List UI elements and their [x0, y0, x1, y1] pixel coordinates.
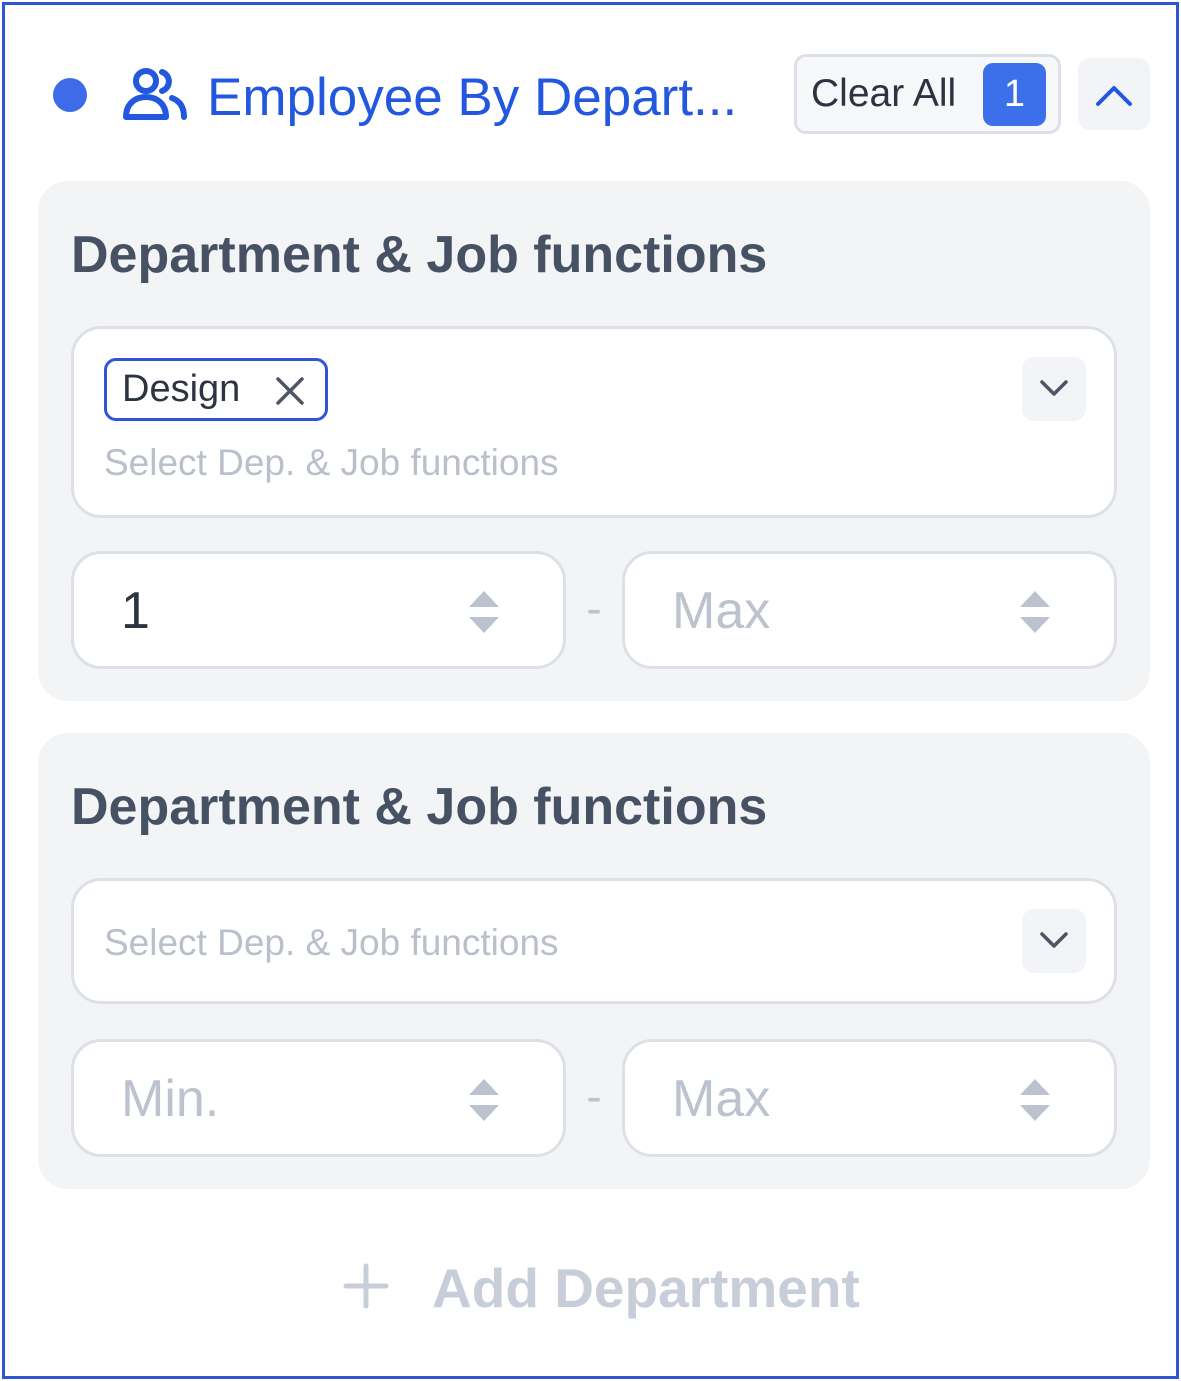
employee-range: 1 - Max	[71, 551, 1117, 669]
dropdown-toggle[interactable]	[1022, 357, 1086, 421]
active-count-badge: 1	[983, 63, 1046, 126]
max-placeholder: Max	[672, 1070, 771, 1128]
chevron-up-icon	[1096, 86, 1132, 106]
card-title: Department & Job functions	[71, 778, 768, 836]
clear-all-button[interactable]: Clear All 1	[794, 54, 1061, 134]
min-employees-input[interactable]: 1	[71, 551, 566, 669]
min-placeholder: Min.	[121, 1070, 220, 1128]
dropdown-toggle[interactable]	[1022, 909, 1086, 973]
active-indicator-dot	[53, 78, 87, 112]
max-employees-input[interactable]: Max	[622, 1039, 1117, 1157]
close-icon[interactable]	[273, 374, 307, 408]
stepper-icon[interactable]	[467, 589, 501, 635]
plus-icon	[343, 1263, 389, 1309]
chevron-down-icon	[1040, 380, 1068, 396]
filter-title[interactable]: Employee By Depart...	[207, 63, 787, 133]
collapse-button[interactable]	[1078, 58, 1150, 130]
stepper-icon[interactable]	[467, 1077, 501, 1123]
chevron-down-icon	[1040, 932, 1068, 948]
tag-label: Design	[122, 368, 241, 410]
selected-tag: Design	[104, 358, 328, 421]
stepper-icon[interactable]	[1018, 1077, 1052, 1123]
select-placeholder: Select Dep. & Job functions	[104, 922, 559, 963]
department-select[interactable]: Select Dep. & Job functions	[71, 878, 1117, 1004]
stepper-icon[interactable]	[1018, 589, 1052, 635]
clear-all-label: Clear All	[811, 72, 957, 115]
filter-panel: Employee By Depart... Clear All 1 Depart…	[2, 2, 1179, 1379]
department-select[interactable]: Design Select Dep. & Job functions	[71, 326, 1117, 518]
range-separator: -	[586, 582, 602, 634]
add-department-label: Add Department	[432, 1257, 860, 1319]
employee-range: Min. - Max	[71, 1039, 1117, 1157]
max-placeholder: Max	[672, 582, 771, 640]
filter-header: Employee By Depart... Clear All 1	[5, 5, 1176, 155]
max-employees-input[interactable]: Max	[622, 551, 1117, 669]
department-filter-card: Department & Job functions Design Select…	[38, 181, 1150, 701]
select-placeholder: Select Dep. & Job functions	[104, 442, 559, 483]
card-title: Department & Job functions	[71, 226, 768, 284]
min-employees-input[interactable]: Min.	[71, 1039, 566, 1157]
department-filter-card: Department & Job functions Select Dep. &…	[38, 733, 1150, 1189]
range-separator: -	[586, 1070, 602, 1122]
add-department-button[interactable]: Add Department	[342, 1250, 902, 1326]
users-icon	[123, 68, 187, 120]
min-value: 1	[121, 582, 150, 640]
